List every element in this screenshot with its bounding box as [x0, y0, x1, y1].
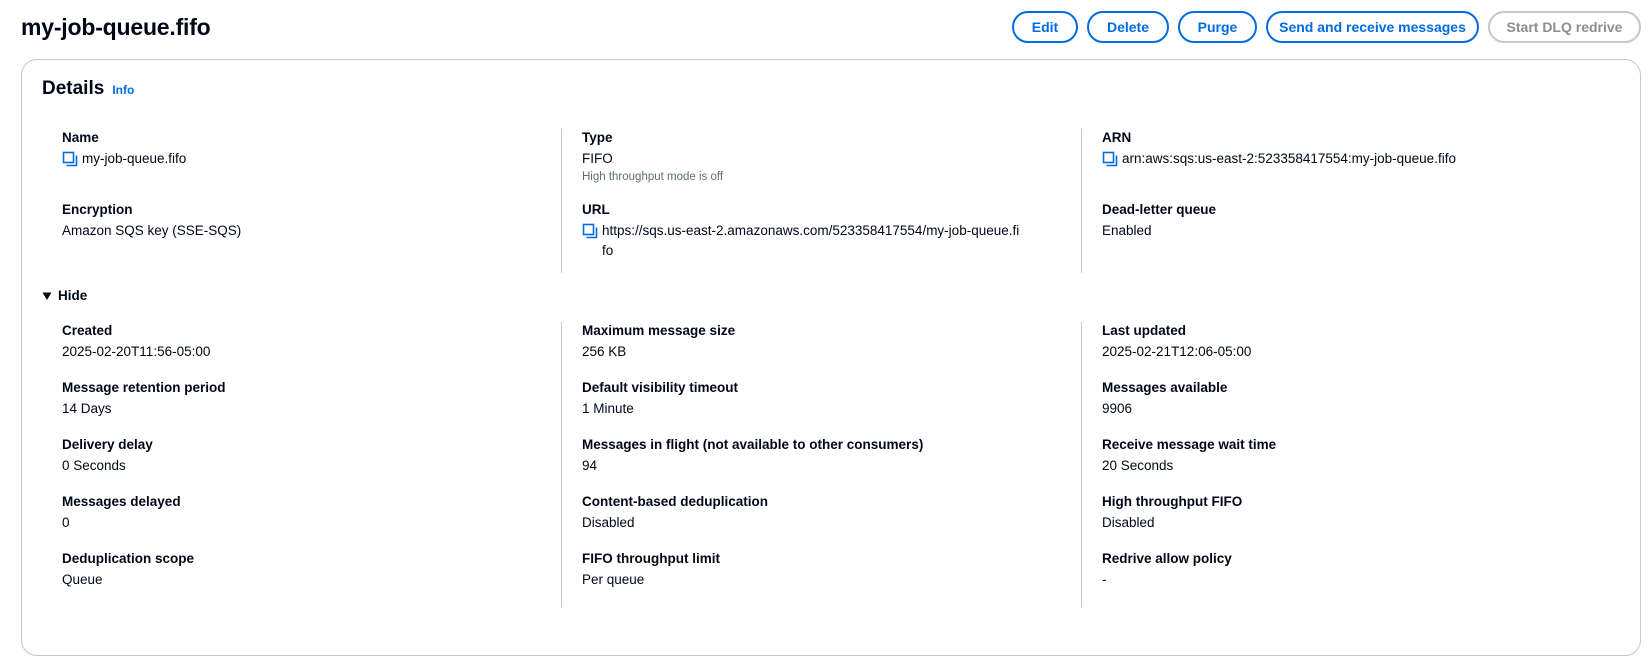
delivery-delay-field: Delivery delay 0 Seconds	[62, 436, 572, 493]
wait-time-field: Receive message wait time 20 Seconds	[1102, 436, 1612, 493]
hide-label: Hide	[58, 288, 88, 303]
send-receive-messages-button[interactable]: Send and receive messages	[1266, 11, 1479, 43]
encryption-label: Encryption	[62, 202, 133, 217]
content-dedup-label: Content-based deduplication	[582, 494, 769, 509]
dedup-scope-field: Deduplication scope Queue	[62, 550, 572, 607]
max-size-field: Maximum message size 256 KB	[582, 322, 1092, 379]
type-label: Type	[582, 130, 613, 145]
visibility-timeout-label: Default visibility timeout	[582, 380, 739, 395]
high-throughput-label: High throughput FIFO	[1102, 494, 1243, 509]
delete-button[interactable]: Delete	[1087, 11, 1169, 43]
copy-icon[interactable]	[582, 223, 598, 239]
created-label: Created	[62, 323, 113, 338]
dead-letter-queue-field: Dead-letter queue Enabled	[1102, 201, 1612, 273]
additional-col-3: Last updated 2025-02-21T12:06-05:00 Mess…	[1081, 322, 1622, 607]
wait-time-label: Receive message wait time	[1102, 437, 1277, 452]
messages-delayed-label: Messages delayed	[62, 494, 181, 509]
details-grid: Name my-job-queue.fifo Encryption Amazon…	[62, 129, 1622, 273]
additional-col-1: Created 2025-02-20T11:56-05:00 Message r…	[62, 322, 582, 607]
fifo-limit-value: Per queue	[582, 572, 645, 587]
retention-label: Message retention period	[62, 380, 226, 395]
in-flight-label: Messages in flight (not available to oth…	[582, 437, 924, 452]
copy-icon[interactable]	[62, 151, 78, 167]
name-value: my-job-queue.fifo	[82, 151, 187, 166]
visibility-timeout-value: 1 Minute	[582, 401, 634, 416]
last-updated-label: Last updated	[1102, 323, 1187, 338]
url-label: URL	[582, 202, 610, 217]
messages-available-field: Messages available 9906	[1102, 379, 1612, 436]
arn-value: arn:aws:sqs:us-east-2:523358417554:my-jo…	[1122, 151, 1456, 166]
max-size-value: 256 KB	[582, 344, 627, 359]
name-label: Name	[62, 130, 99, 145]
messages-delayed-field: Messages delayed 0	[62, 493, 572, 550]
high-throughput-field: High throughput FIFO Disabled	[1102, 493, 1612, 550]
caret-down-icon	[42, 292, 52, 300]
details-title: Details	[42, 78, 105, 99]
arn-label: ARN	[1102, 130, 1132, 145]
page-title: my-job-queue.fifo	[21, 13, 211, 40]
dedup-scope-label: Deduplication scope	[62, 551, 195, 566]
details-header: Details Info	[42, 78, 134, 100]
url-value: https://sqs.us-east-2.amazonaws.com/5233…	[602, 223, 1020, 258]
high-throughput-value: Disabled	[1102, 515, 1155, 530]
max-size-label: Maximum message size	[582, 323, 736, 338]
in-flight-value: 94	[582, 458, 598, 473]
details-container: Details Info Name my-job-queue.fifo Encr…	[21, 59, 1641, 656]
last-updated-field: Last updated 2025-02-21T12:06-05:00	[1102, 322, 1612, 379]
content-dedup-value: Disabled	[582, 515, 635, 530]
edit-button[interactable]: Edit	[1012, 11, 1078, 43]
fifo-limit-label: FIFO throughput limit	[582, 551, 720, 566]
messages-delayed-value: 0	[62, 515, 70, 530]
encryption-value: Amazon SQS key (SSE-SQS)	[62, 223, 242, 238]
queue-details-page: my-job-queue.fifo Edit Delete Purge Send…	[0, 0, 1651, 669]
purge-button[interactable]: Purge	[1178, 11, 1257, 43]
retention-value: 14 Days	[62, 401, 112, 416]
copy-icon[interactable]	[1102, 151, 1118, 167]
encryption-field: Encryption Amazon SQS key (SSE-SQS)	[62, 201, 572, 273]
created-field: Created 2025-02-20T11:56-05:00	[62, 322, 572, 379]
delivery-delay-value: 0 Seconds	[62, 458, 126, 473]
details-col-3: ARN arn:aws:sqs:us-east-2:523358417554:m…	[1081, 129, 1622, 273]
additional-details-grid: Created 2025-02-20T11:56-05:00 Message r…	[62, 322, 1622, 607]
redrive-policy-label: Redrive allow policy	[1102, 551, 1232, 566]
in-flight-field: Messages in flight (not available to oth…	[582, 436, 1092, 493]
retention-field: Message retention period 14 Days	[62, 379, 572, 436]
messages-available-value: 9906	[1102, 401, 1133, 416]
details-col-2: Type FIFO High throughput mode is off UR…	[561, 129, 1102, 273]
redrive-policy-value: -	[1102, 572, 1107, 587]
details-col-1: Name my-job-queue.fifo Encryption Amazon…	[62, 129, 582, 273]
dead-letter-queue-value: Enabled	[1102, 223, 1152, 238]
page-header: my-job-queue.fifo Edit Delete Purge Send…	[21, 10, 1641, 44]
last-updated-value: 2025-02-21T12:06-05:00	[1102, 344, 1252, 359]
hide-toggle[interactable]: Hide	[42, 288, 87, 303]
header-actions: Edit Delete Purge Send and receive messa…	[1012, 11, 1641, 43]
additional-col-2: Maximum message size 256 KB Default visi…	[561, 322, 1102, 607]
dead-letter-queue-label: Dead-letter queue	[1102, 202, 1217, 217]
dedup-scope-value: Queue	[62, 572, 103, 587]
delivery-delay-label: Delivery delay	[62, 437, 153, 452]
redrive-policy-field: Redrive allow policy -	[1102, 550, 1612, 607]
visibility-timeout-field: Default visibility timeout 1 Minute	[582, 379, 1092, 436]
type-field: Type FIFO High throughput mode is off	[582, 129, 1092, 201]
start-dlq-redrive-button: Start DLQ redrive	[1488, 11, 1641, 43]
messages-available-label: Messages available	[1102, 380, 1228, 395]
type-subtext: High throughput mode is off	[582, 171, 724, 183]
name-field: Name my-job-queue.fifo	[62, 129, 572, 201]
info-link[interactable]: Info	[112, 83, 134, 97]
wait-time-value: 20 Seconds	[1102, 458, 1174, 473]
fifo-limit-field: FIFO throughput limit Per queue	[582, 550, 1092, 607]
type-value: FIFO	[582, 151, 613, 166]
content-dedup-field: Content-based deduplication Disabled	[582, 493, 1092, 550]
url-field: URL https://sqs.us-east-2.amazonaws.com/…	[582, 201, 1092, 273]
arn-field: ARN arn:aws:sqs:us-east-2:523358417554:m…	[1102, 129, 1612, 201]
created-value: 2025-02-20T11:56-05:00	[62, 344, 211, 359]
